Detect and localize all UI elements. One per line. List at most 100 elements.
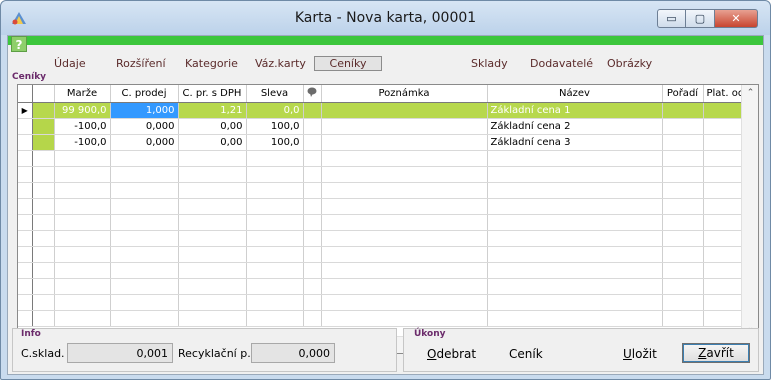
vertical-scrollbar[interactable]: ⌃ ⌄ — [741, 85, 758, 337]
scroll-up-icon[interactable]: ⌃ — [742, 85, 758, 102]
empty-cell[interactable] — [321, 246, 488, 263]
empty-cell[interactable] — [178, 230, 247, 247]
empty-cell[interactable] — [54, 198, 111, 215]
empty-cell[interactable] — [178, 278, 247, 295]
empty-cell[interactable] — [54, 166, 111, 183]
empty-cell[interactable] — [110, 278, 179, 295]
empty-cell[interactable] — [246, 278, 304, 295]
empty-cell[interactable] — [662, 294, 704, 311]
empty-cell[interactable] — [303, 278, 322, 295]
help-icon[interactable]: ? — [11, 36, 27, 52]
empty-cell[interactable] — [487, 182, 663, 199]
cell-poznamka[interactable] — [321, 134, 488, 151]
maximize-button[interactable]: ▢ — [686, 9, 715, 28]
empty-cell[interactable] — [54, 150, 111, 167]
empty-cell[interactable] — [178, 294, 247, 311]
cell-c-prodej[interactable]: 1,000 — [110, 102, 179, 119]
cell-poradi[interactable] — [662, 134, 704, 151]
empty-cell[interactable] — [321, 294, 488, 311]
empty-cell[interactable] — [321, 150, 488, 167]
zavrit-button[interactable]: Zavřít — [682, 343, 750, 363]
table-row[interactable] — [18, 230, 749, 247]
cell-c-pr-dph[interactable]: 1,21 — [178, 102, 247, 119]
table-row[interactable] — [18, 214, 749, 231]
header-note-icon-cell[interactable] — [303, 85, 322, 103]
empty-cell[interactable] — [178, 150, 247, 167]
empty-cell[interactable] — [487, 310, 663, 327]
table-row[interactable]: -100,0 0,000 0,00 100,0 Základní cena 3 — [18, 134, 749, 151]
empty-cell[interactable] — [303, 262, 322, 279]
tab-vaz-karty[interactable]: Váz.karty — [255, 57, 306, 70]
table-row[interactable] — [18, 166, 749, 183]
empty-cell[interactable] — [178, 198, 247, 215]
odebrat-button[interactable]: Odebrat — [427, 347, 476, 361]
empty-cell[interactable] — [54, 230, 111, 247]
empty-cell[interactable] — [662, 198, 704, 215]
empty-cell[interactable] — [487, 166, 663, 183]
cell-poznamka[interactable] — [321, 118, 488, 135]
cell-poradi[interactable] — [662, 102, 704, 119]
empty-cell[interactable] — [662, 278, 704, 295]
table-row[interactable] — [18, 278, 749, 295]
header-c-prodej[interactable]: C. prodej — [110, 85, 179, 103]
title-bar[interactable]: Karta - Nova karta, 00001 ▭ ▢ ✕ — [1, 1, 770, 35]
empty-cell[interactable] — [303, 182, 322, 199]
tab-kategorie[interactable]: Kategorie — [185, 57, 238, 70]
empty-cell[interactable] — [662, 262, 704, 279]
cell-sleva[interactable]: 100,0 — [246, 134, 304, 151]
table-row[interactable] — [18, 294, 749, 311]
cell-c-pr-dph[interactable]: 0,00 — [178, 134, 247, 151]
empty-cell[interactable] — [321, 262, 488, 279]
empty-cell[interactable] — [487, 262, 663, 279]
empty-cell[interactable] — [178, 246, 247, 263]
tab-obrazky[interactable]: Obrázky — [607, 57, 652, 70]
empty-cell[interactable] — [246, 294, 304, 311]
empty-cell[interactable] — [110, 310, 179, 327]
cenik-button[interactable]: Ceník — [509, 347, 543, 361]
empty-cell[interactable] — [303, 198, 322, 215]
table-row[interactable]: ▶ 99 900,0 1,000 1,21 0,0 Základní cena … — [18, 102, 749, 119]
empty-cell[interactable] — [487, 294, 663, 311]
header-sleva[interactable]: Sleva — [246, 85, 304, 103]
pricelist-grid[interactable]: Marže C. prodej C. pr. s DPH Sleva Pozná… — [17, 84, 759, 354]
empty-cell[interactable] — [662, 230, 704, 247]
header-poznamka[interactable]: Poznámka — [321, 85, 488, 103]
table-row[interactable] — [18, 198, 749, 215]
close-window-button[interactable]: ✕ — [715, 9, 758, 28]
empty-cell[interactable] — [303, 230, 322, 247]
header-marze[interactable]: Marže — [54, 85, 111, 103]
cell-c-prodej[interactable]: 0,000 — [110, 118, 179, 135]
table-row[interactable] — [18, 182, 749, 199]
empty-cell[interactable] — [178, 310, 247, 327]
empty-cell[interactable] — [110, 294, 179, 311]
empty-cell[interactable] — [110, 182, 179, 199]
header-c-pr-dph[interactable]: C. pr. s DPH — [178, 85, 247, 103]
header-poradi[interactable]: Pořadí — [662, 85, 704, 103]
tab-sklady[interactable]: Sklady — [471, 57, 508, 70]
empty-cell[interactable] — [54, 214, 111, 231]
empty-cell[interactable] — [246, 182, 304, 199]
empty-cell[interactable] — [487, 246, 663, 263]
empty-cell[interactable] — [662, 166, 704, 183]
empty-cell[interactable] — [110, 198, 179, 215]
empty-cell[interactable] — [54, 246, 111, 263]
empty-cell[interactable] — [178, 166, 247, 183]
empty-cell[interactable] — [321, 182, 488, 199]
empty-cell[interactable] — [178, 214, 247, 231]
empty-cell[interactable] — [246, 150, 304, 167]
empty-cell[interactable] — [303, 166, 322, 183]
cell-note-flag[interactable] — [303, 118, 322, 135]
minimize-button[interactable]: ▭ — [657, 9, 686, 28]
cell-sleva[interactable]: 100,0 — [246, 118, 304, 135]
empty-cell[interactable] — [303, 214, 322, 231]
empty-cell[interactable] — [110, 230, 179, 247]
empty-cell[interactable] — [303, 294, 322, 311]
cell-marze[interactable]: 99 900,0 — [54, 102, 111, 119]
empty-cell[interactable] — [178, 262, 247, 279]
empty-cell[interactable] — [321, 214, 488, 231]
empty-cell[interactable] — [110, 214, 179, 231]
empty-cell[interactable] — [246, 198, 304, 215]
empty-cell[interactable] — [303, 150, 322, 167]
empty-cell[interactable] — [487, 214, 663, 231]
recyklacni-field[interactable]: 0,000 — [251, 343, 335, 363]
